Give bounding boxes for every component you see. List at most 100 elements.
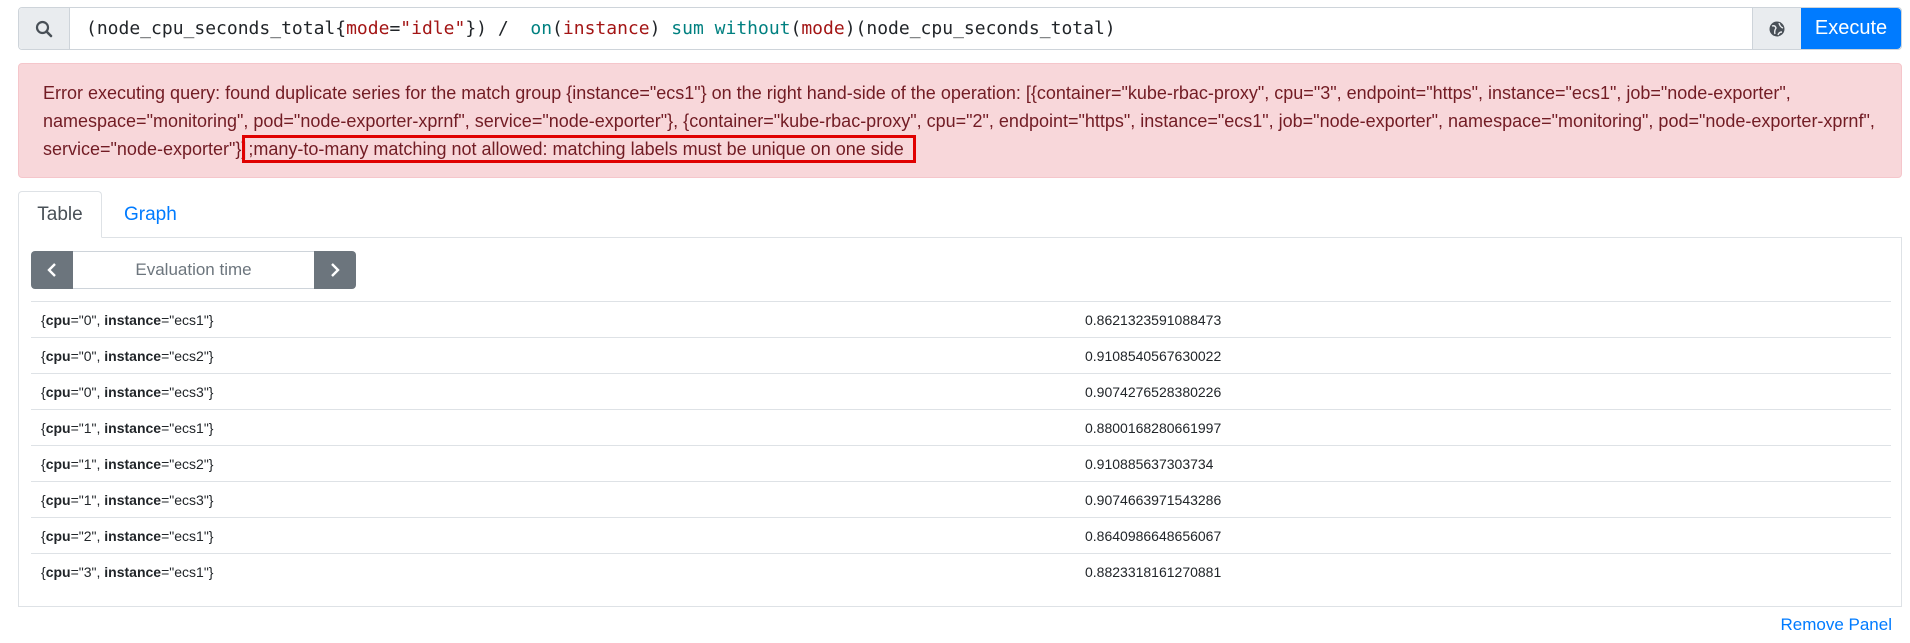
label-value: "ecs1" — [169, 311, 209, 328]
punctuation: } — [208, 383, 214, 400]
punctuation: } — [208, 347, 214, 364]
label-name: instance — [104, 311, 162, 328]
label-value: "ecs2" — [169, 455, 209, 472]
punctuation: } — [208, 527, 214, 544]
query-token — [704, 18, 715, 39]
results-table: {cpu="0", instance="ecs1"} 0.862132359108… — [31, 301, 1891, 589]
label-name: instance — [104, 491, 162, 508]
punctuation: = — [70, 347, 79, 364]
query-token: mode — [346, 18, 390, 39]
table-row: {cpu="2", instance="ecs1"} 0.864098664865… — [31, 517, 1891, 553]
label-name: instance — [104, 527, 162, 544]
punctuation: = — [70, 419, 79, 436]
series-labels: {cpu="0", instance="ecs3"} — [31, 384, 1081, 400]
series-labels: {cpu="0", instance="ecs1"} — [31, 312, 1081, 328]
punctuation: = — [70, 383, 79, 400]
query-bar: (node_cpu_seconds_total{mode = "idle"}) / … — [18, 7, 1902, 50]
query-token: instance — [562, 18, 650, 39]
query-token: "idle" — [400, 18, 466, 39]
tab-graph[interactable]: Graph — [102, 191, 177, 238]
punctuation: = — [70, 527, 79, 544]
series-value: 0.8640986648656067 — [1085, 527, 1222, 544]
globe-icon — [1769, 21, 1785, 36]
table-row: {cpu="0", instance="ecs3"} 0.907427652838… — [31, 373, 1891, 409]
label-value: "0" — [78, 383, 97, 400]
label-name: cpu — [45, 491, 71, 508]
label-name: instance — [104, 563, 162, 580]
error-alert: Error executing query: found duplicate s… — [18, 63, 1902, 178]
label-value: "1" — [78, 419, 97, 436]
error-highlight: ;many-to-many matching not allowed: matc… — [242, 135, 916, 163]
table-row: {cpu="0", instance="ecs1"} 0.862132359108… — [31, 301, 1891, 337]
punctuation: } — [208, 491, 214, 508]
label-value: "3" — [78, 563, 97, 580]
label-name: cpu — [45, 563, 71, 580]
label-name: cpu — [45, 383, 71, 400]
series-labels: {cpu="1", instance="ecs1"} — [31, 420, 1081, 436]
prev-time-button[interactable] — [31, 251, 73, 289]
label-name: instance — [104, 419, 162, 436]
label-value: "ecs3" — [169, 491, 209, 508]
next-time-button[interactable] — [314, 251, 356, 289]
label-value: "0" — [78, 347, 97, 364]
punctuation: } — [208, 455, 214, 472]
label-name: cpu — [45, 311, 71, 328]
query-token: = — [389, 18, 401, 39]
label-name: instance — [104, 347, 162, 364]
series-value: 0.9074276528380226 — [1085, 383, 1222, 400]
query-token: )(node_cpu_seconds_total) — [844, 18, 1116, 39]
series-value: 0.8823318161270881 — [1085, 563, 1222, 580]
series-labels: {cpu="1", instance="ecs2"} — [31, 456, 1081, 472]
series-labels: {cpu="0", instance="ecs2"} — [31, 348, 1081, 364]
punctuation: = — [70, 455, 79, 472]
label-name: instance — [104, 383, 162, 400]
label-value: "ecs2" — [169, 347, 209, 364]
query-expression-input[interactable]: (node_cpu_seconds_total{mode = "idle"}) / … — [70, 8, 1752, 49]
query-token: sum — [671, 18, 704, 39]
series-labels: {cpu="1", instance="ecs3"} — [31, 492, 1081, 508]
evaluation-time-input[interactable]: Evaluation time — [73, 251, 314, 289]
remove-panel-link[interactable]: Remove Panel — [1780, 615, 1892, 635]
series-value: 0.8800168280661997 — [1085, 419, 1222, 436]
label-value: "1" — [78, 491, 97, 508]
label-value: "2" — [78, 527, 97, 544]
series-value: 0.9074663971543286 — [1085, 491, 1222, 508]
series-labels: {cpu="2", instance="ecs1"} — [31, 528, 1081, 544]
punctuation: = — [70, 311, 79, 328]
query-token: ( — [552, 18, 563, 39]
query-token: (node_cpu_seconds_total{ — [86, 18, 347, 39]
label-value: "ecs3" — [169, 383, 209, 400]
label-name: cpu — [45, 419, 71, 436]
label-name: cpu — [45, 455, 71, 472]
table-row: {cpu="1", instance="ecs2"} 0.910885637303… — [31, 445, 1891, 481]
label-name: cpu — [45, 527, 71, 544]
panel-tabs: Table Graph — [18, 191, 1902, 238]
execute-button[interactable]: Execute — [1801, 8, 1901, 49]
series-value: 0.910885637303734 — [1085, 455, 1214, 472]
punctuation: = — [70, 491, 79, 508]
series-labels: {cpu="3", instance="ecs1"} — [31, 564, 1081, 580]
table-row: {cpu="3", instance="ecs1"} 0.882331816127… — [31, 553, 1891, 589]
label-name: instance — [104, 455, 162, 472]
table-panel: Evaluation time {cpu="0", instance="ecs1… — [18, 237, 1902, 607]
label-value: "1" — [78, 455, 97, 472]
punctuation: = — [70, 563, 79, 580]
query-token: }) / — [465, 18, 531, 39]
tab-table[interactable]: Table — [18, 191, 102, 238]
query-token: without — [714, 18, 791, 39]
query-token: ) — [649, 18, 672, 39]
table-row: {cpu="1", instance="ecs1"} 0.880016828066… — [31, 409, 1891, 445]
search-icon — [19, 8, 70, 49]
punctuation: } — [208, 311, 214, 328]
chevron-right-icon — [331, 263, 340, 277]
label-value: "0" — [78, 311, 97, 328]
label-value: "ecs1" — [169, 563, 209, 580]
label-value: "ecs1" — [169, 419, 209, 436]
label-value: "ecs1" — [169, 527, 209, 544]
label-name: cpu — [45, 347, 71, 364]
query-token: ( — [790, 18, 802, 39]
evaluation-time-control: Evaluation time — [31, 251, 356, 289]
query-token: mode — [801, 18, 845, 39]
table-row: {cpu="1", instance="ecs3"} 0.907466397154… — [31, 481, 1891, 517]
metrics-explorer-button[interactable] — [1752, 8, 1801, 49]
